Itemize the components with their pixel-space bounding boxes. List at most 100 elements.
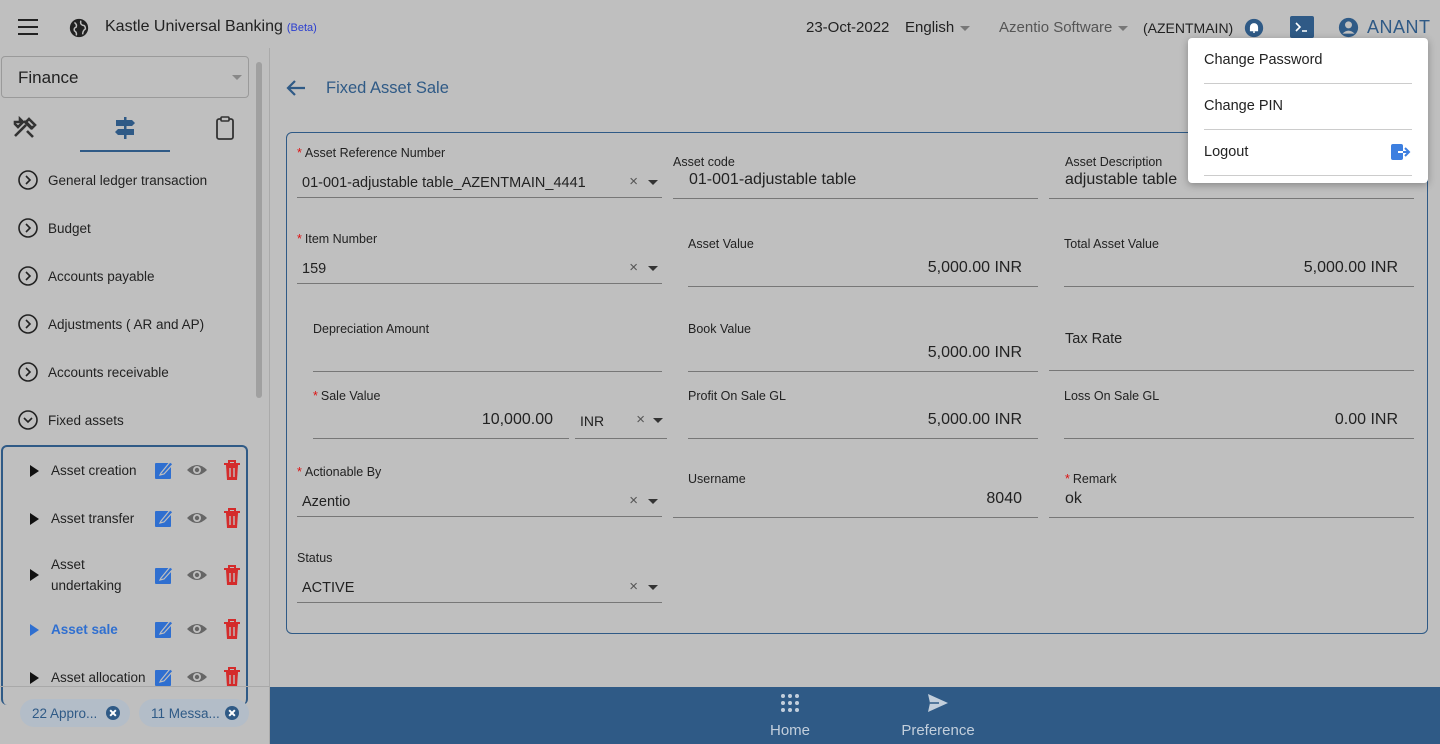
submenu-asset-transfer[interactable]: Asset transfer bbox=[3, 507, 246, 529]
clear-icon[interactable]: × bbox=[636, 411, 645, 428]
trash-icon[interactable] bbox=[221, 666, 243, 688]
branch-label: (AZENTMAIN) bbox=[1143, 20, 1234, 36]
menu-label: Accounts receivable bbox=[48, 364, 169, 380]
menu-label: Change Password bbox=[1204, 52, 1323, 68]
edit-icon[interactable] bbox=[153, 618, 175, 640]
clear-icon[interactable]: × bbox=[629, 578, 638, 595]
total-asset-value-field[interactable]: Total Asset Value 5,000.00 INR bbox=[1064, 237, 1414, 287]
actionable-by-field[interactable]: * Actionable By Azentio × bbox=[297, 465, 662, 517]
profit-on-sale-gl-field[interactable]: Profit On Sale GL 5,000.00 INR bbox=[688, 389, 1038, 439]
close-icon[interactable] bbox=[106, 706, 120, 720]
clear-icon[interactable]: × bbox=[629, 492, 638, 509]
module-select[interactable]: Finance bbox=[1, 56, 249, 98]
user-avatar-icon[interactable] bbox=[1338, 17, 1359, 38]
field-value: ok bbox=[1065, 490, 1082, 507]
asset-code-field[interactable]: Asset code 01-001-adjustable table bbox=[673, 155, 1038, 199]
chevron-down-icon[interactable] bbox=[653, 418, 663, 423]
asset-value-field[interactable]: Asset Value 5,000.00 INR bbox=[688, 237, 1038, 287]
status-field[interactable]: Status ACTIVE × bbox=[297, 551, 662, 603]
menu-accounts-receivable[interactable]: Accounts receivable bbox=[18, 360, 169, 384]
field-label: Asset Description bbox=[1065, 155, 1163, 169]
eye-icon[interactable] bbox=[186, 507, 208, 529]
company-select[interactable]: Azentio Software bbox=[999, 19, 1129, 36]
username-field[interactable]: Username 8040 bbox=[673, 472, 1038, 518]
submenu-asset-creation[interactable]: Asset creation bbox=[3, 459, 246, 481]
eye-icon[interactable] bbox=[186, 564, 208, 586]
eye-icon[interactable] bbox=[186, 618, 208, 640]
user-name[interactable]: ANANT bbox=[1367, 17, 1431, 38]
tools-icon bbox=[13, 116, 37, 138]
hamburger-menu-icon[interactable] bbox=[18, 19, 38, 35]
eye-icon[interactable] bbox=[186, 666, 208, 688]
field-label: Status bbox=[297, 551, 333, 565]
edit-icon[interactable] bbox=[153, 666, 175, 688]
book-value-field[interactable]: Book Value 5,000.00 INR bbox=[688, 322, 1038, 372]
field-label: * Item Number bbox=[297, 232, 378, 246]
menu-fixed-assets[interactable]: Fixed assets bbox=[18, 408, 124, 432]
tab-clipboard[interactable] bbox=[210, 106, 240, 152]
chevron-down-icon[interactable] bbox=[648, 180, 658, 185]
depreciation-amount-field[interactable]: Depreciation Amount bbox=[313, 322, 662, 372]
edit-icon[interactable] bbox=[153, 507, 175, 529]
chevron-down-icon[interactable] bbox=[648, 585, 658, 590]
nav-home[interactable]: Home bbox=[750, 693, 830, 739]
tax-rate-field[interactable]: Tax Rate bbox=[1049, 331, 1414, 371]
field-label: * Sale Value bbox=[313, 389, 381, 403]
nav-preference[interactable]: Preference bbox=[898, 693, 978, 739]
menu-accounts-payable[interactable]: Accounts payable bbox=[18, 264, 155, 288]
sale-value-field[interactable]: * Sale Value 10,000.00 bbox=[313, 389, 569, 439]
chevron-down-icon[interactable] bbox=[648, 499, 658, 504]
send-icon bbox=[928, 694, 948, 712]
sidebar: Finance General ledger transaction Budge… bbox=[0, 48, 270, 744]
edit-icon[interactable] bbox=[153, 459, 175, 481]
field-value: 159 bbox=[302, 261, 327, 277]
menu-budget[interactable]: Budget bbox=[18, 216, 91, 240]
menu-general-ledger[interactable]: General ledger transaction bbox=[18, 168, 207, 192]
trash-icon[interactable] bbox=[221, 459, 243, 481]
trash-icon[interactable] bbox=[221, 564, 243, 586]
tab-transactions[interactable] bbox=[80, 106, 170, 152]
trash-icon[interactable] bbox=[221, 618, 243, 640]
sale-currency-select[interactable]: INR × bbox=[575, 389, 667, 439]
menu-adjustments[interactable]: Adjustments ( AR and AP) bbox=[18, 312, 204, 336]
menu-change-password[interactable]: Change Password bbox=[1204, 38, 1412, 84]
field-label: Asset code bbox=[673, 155, 735, 169]
submenu-label: Asset sale bbox=[51, 622, 118, 637]
menu-logout[interactable]: Logout bbox=[1204, 130, 1412, 176]
close-icon[interactable] bbox=[225, 706, 239, 720]
user-dropdown-menu: Change Password Change PIN Logout bbox=[1188, 38, 1428, 183]
clear-icon[interactable]: × bbox=[629, 173, 638, 190]
submenu-asset-undertaking[interactable]: Asset undertaking bbox=[3, 554, 246, 596]
globe-icon[interactable] bbox=[68, 17, 90, 39]
language-select[interactable]: English bbox=[905, 19, 971, 36]
edit-icon[interactable] bbox=[153, 564, 175, 586]
chevron-circle-right-icon bbox=[18, 266, 38, 286]
field-label: Username bbox=[688, 472, 746, 486]
sidebar-scrollbar[interactable] bbox=[256, 62, 262, 398]
eye-icon[interactable] bbox=[186, 459, 208, 481]
asset-reference-number-field[interactable]: * Asset Reference Number 01-001-adjustabl… bbox=[297, 146, 662, 198]
chip-messages[interactable]: 11 Messa... bbox=[139, 699, 249, 727]
bell-icon[interactable] bbox=[1244, 18, 1264, 38]
trash-icon[interactable] bbox=[221, 507, 243, 529]
menu-change-pin[interactable]: Change PIN bbox=[1204, 84, 1412, 130]
chevron-down-icon[interactable] bbox=[648, 266, 658, 271]
tab-tools[interactable] bbox=[10, 106, 40, 152]
loss-on-sale-gl-field[interactable]: Loss On Sale GL 0.00 INR bbox=[1064, 389, 1414, 439]
submenu-asset-allocation[interactable]: Asset allocation bbox=[3, 666, 246, 688]
clear-icon[interactable]: × bbox=[629, 259, 638, 276]
chip-approvals[interactable]: 22 Appro... bbox=[20, 699, 130, 727]
signpost-icon bbox=[115, 117, 135, 139]
logout-icon bbox=[1391, 144, 1411, 160]
terminal-icon[interactable] bbox=[1290, 16, 1314, 38]
remark-field[interactable]: * Remark ok bbox=[1049, 472, 1414, 518]
apps-grid-icon bbox=[781, 694, 799, 712]
field-label: Depreciation Amount bbox=[313, 322, 430, 336]
caret-right-icon bbox=[30, 569, 39, 581]
language-label: English bbox=[905, 19, 955, 36]
submenu-asset-sale[interactable]: Asset sale bbox=[3, 618, 246, 640]
submenu-label: Asset transfer bbox=[51, 511, 135, 526]
arrow-left-icon[interactable] bbox=[286, 79, 306, 97]
nav-home-label: Home bbox=[769, 722, 810, 739]
item-number-field[interactable]: * Item Number 159 × bbox=[297, 232, 662, 284]
